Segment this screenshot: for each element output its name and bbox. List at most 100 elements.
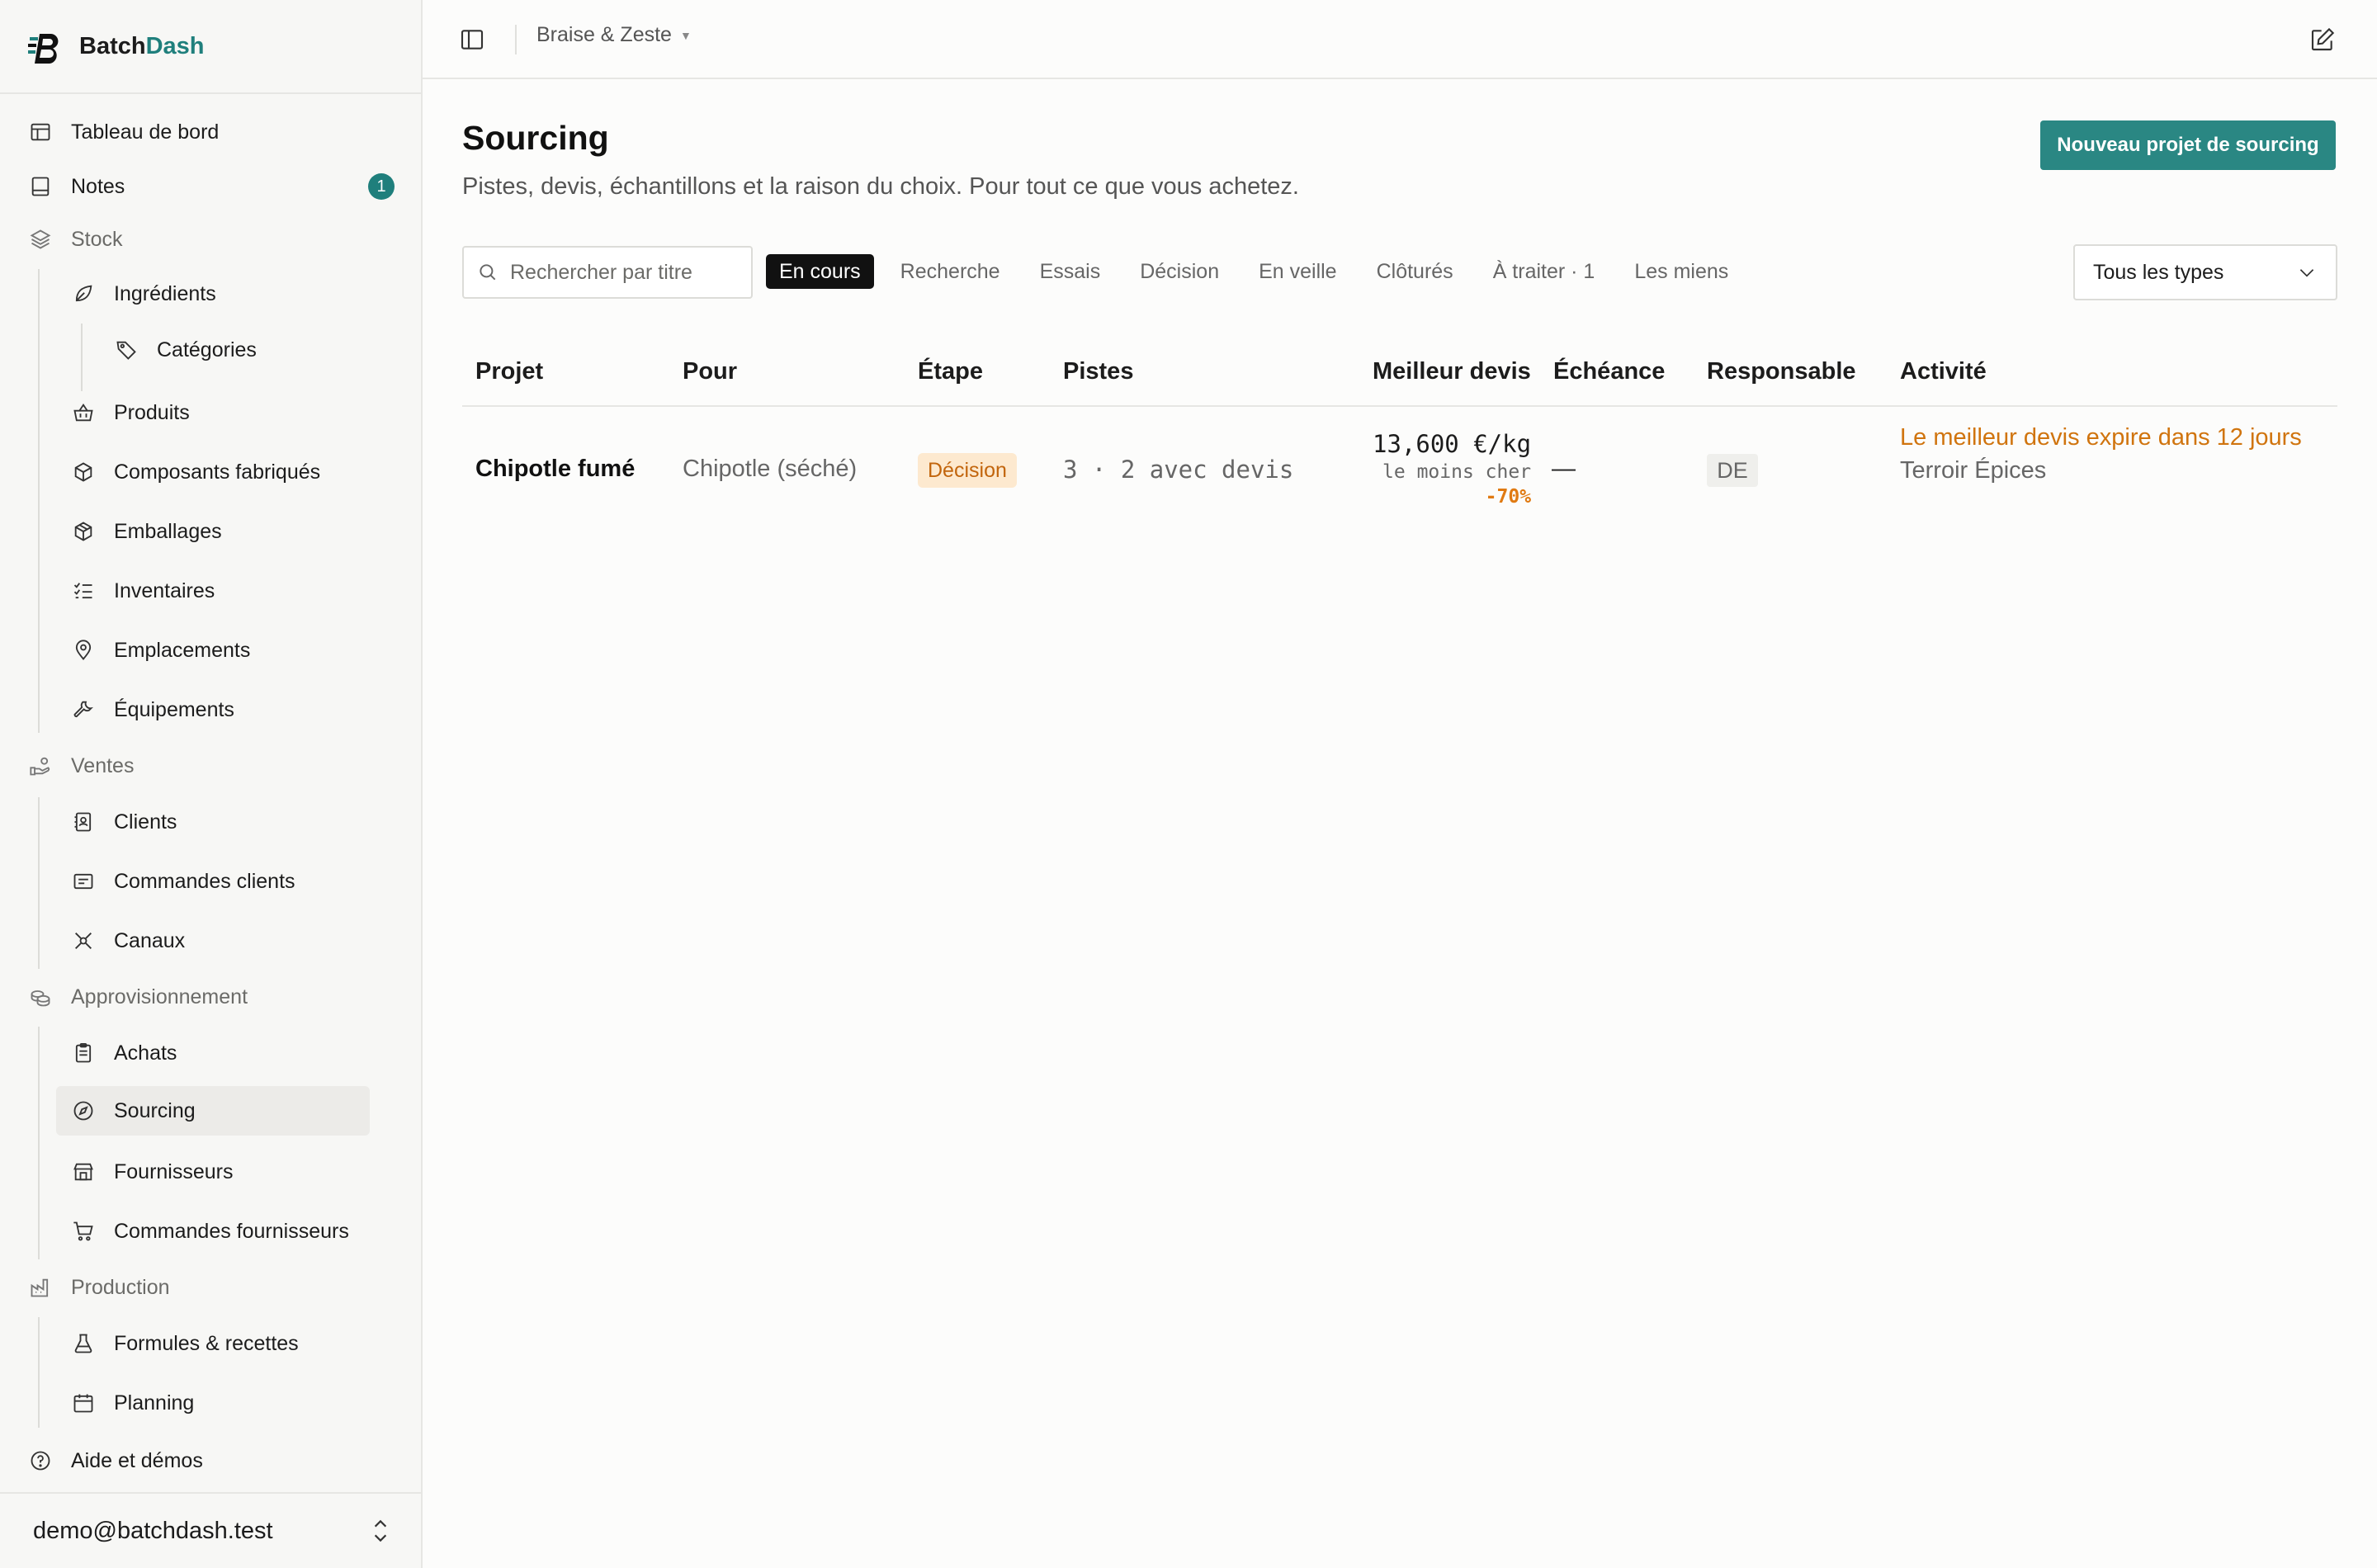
- search-input[interactable]: Rechercher par titre: [462, 246, 753, 299]
- sidebar-item-commandes-clients[interactable]: Commandes clients: [71, 857, 368, 906]
- best-quote-note: le moins cher: [1382, 461, 1532, 483]
- wrench-icon: [71, 697, 96, 722]
- sidebar-item-fournisseurs[interactable]: Fournisseurs: [71, 1147, 368, 1197]
- layout-table-icon: [28, 120, 53, 144]
- sidebar-item-categories[interactable]: Catégories: [114, 325, 370, 375]
- clipboard-icon: [71, 1041, 96, 1065]
- best-quote-delta: -70%: [1485, 486, 1532, 508]
- sidebar-item-canaux[interactable]: Canaux: [71, 916, 368, 966]
- box-icon: [71, 460, 96, 484]
- tab-decision[interactable]: Décision: [1127, 254, 1232, 289]
- sidebar-item-planning[interactable]: Planning: [71, 1378, 368, 1428]
- project-for: Chipotle (séché): [683, 456, 858, 482]
- tab-les-miens[interactable]: Les miens: [1621, 254, 1741, 289]
- search-placeholder: Rechercher par titre: [510, 260, 692, 284]
- column-header-responsable[interactable]: Responsable: [1707, 358, 1856, 385]
- column-header-etape[interactable]: Étape: [918, 358, 983, 385]
- calendar-icon: [71, 1391, 96, 1415]
- sidebar-item-produits[interactable]: Produits: [71, 388, 368, 437]
- tab-a-traiter[interactable]: À traiter · 1: [1480, 254, 1609, 289]
- map-pin-icon: [71, 638, 96, 663]
- sidebar-item-label: Emplacements: [114, 638, 251, 662]
- sidebar-item-label: Produits: [114, 400, 190, 424]
- sidebar-item-label: Fournisseurs: [114, 1159, 234, 1183]
- sidebar-item-composants[interactable]: Composants fabriqués: [71, 447, 368, 497]
- project-name[interactable]: Chipotle fumé: [475, 456, 635, 483]
- sidebar-toggle-icon[interactable]: [459, 26, 485, 53]
- batchdash-logo-icon: [28, 34, 59, 64]
- sidebar-item-achats[interactable]: Achats: [71, 1028, 368, 1078]
- sidebar-item-sourcing[interactable]: Sourcing: [56, 1086, 370, 1136]
- sidebar-item-ingredients[interactable]: Ingrédients: [71, 269, 368, 319]
- shopping-cart-icon: [71, 1219, 96, 1244]
- account-email: demo@batchdash.test: [33, 1517, 273, 1544]
- chevron-down-icon: [2299, 269, 2314, 277]
- ingredients-tree-line: [81, 324, 83, 391]
- type-select[interactable]: Tous les types: [2073, 244, 2337, 300]
- sidebar-item-emballages[interactable]: Emballages: [71, 507, 368, 556]
- tab-clotures[interactable]: Clôturés: [1363, 254, 1467, 289]
- column-header-activite[interactable]: Activité: [1900, 358, 1987, 385]
- column-header-meilleur-devis[interactable]: Meilleur devis: [1373, 358, 1531, 385]
- sidebar-section-ventes[interactable]: Ventes: [28, 741, 391, 791]
- organization-switcher[interactable]: Braise & Zeste ▼: [536, 23, 692, 47]
- column-header-echeance[interactable]: Échéance: [1553, 358, 1665, 385]
- account-switcher[interactable]: demo@batchdash.test: [0, 1492, 421, 1568]
- deadline: —: [1552, 456, 1576, 482]
- page-title: Sourcing: [462, 119, 609, 157]
- topbar: Braise & Zeste ▼: [423, 0, 2377, 79]
- sidebar-item-label: Notes: [71, 174, 125, 198]
- column-header-pour[interactable]: Pour: [683, 358, 737, 385]
- sidebar: BatchDash Tableau de bord Notes 1 Stock …: [0, 0, 423, 1568]
- sidebar-section-label: Ventes: [71, 753, 135, 777]
- edit-icon[interactable]: [2309, 26, 2336, 53]
- sidebar-item-dashboard[interactable]: Tableau de bord: [28, 107, 391, 157]
- tab-en-veille[interactable]: En veille: [1245, 254, 1350, 289]
- checklist-icon: [71, 579, 96, 603]
- layers-icon: [28, 227, 53, 252]
- leaf-icon: [71, 281, 96, 306]
- factory-icon: [28, 1275, 53, 1300]
- chevrons-up-down-icon: [374, 1519, 387, 1542]
- sidebar-item-aide[interactable]: Aide et démos: [28, 1436, 391, 1485]
- column-header-projet[interactable]: Projet: [475, 358, 543, 385]
- sidebar-item-formules[interactable]: Formules & recettes: [71, 1319, 368, 1368]
- flask-icon: [71, 1331, 96, 1356]
- status-tabs: En cours Recherche Essais Décision En ve…: [766, 254, 1755, 289]
- sidebar-item-clients[interactable]: Clients: [71, 797, 368, 847]
- contact-card-icon: [71, 810, 96, 834]
- help-circle-icon: [28, 1448, 53, 1473]
- receipt-icon: [71, 869, 96, 894]
- satellite-icon: [71, 928, 96, 953]
- production-tree-line: [38, 1317, 40, 1428]
- sidebar-section-stock[interactable]: Stock: [28, 215, 391, 264]
- sidebar-item-equipements[interactable]: Équipements: [71, 685, 368, 734]
- sidebar-item-label: Commandes fournisseurs: [114, 1219, 349, 1243]
- ventes-tree-line: [38, 797, 40, 969]
- search-icon: [480, 264, 496, 281]
- sidebar-section-production[interactable]: Production: [28, 1263, 391, 1312]
- approvisionnement-tree-line: [38, 1027, 40, 1259]
- sidebar-item-notes[interactable]: Notes 1: [28, 162, 395, 211]
- caret-down-icon: ▼: [679, 28, 692, 42]
- notebook-icon: [28, 174, 53, 199]
- sidebar-item-label: Clients: [114, 810, 177, 834]
- tab-essais[interactable]: Essais: [1027, 254, 1114, 289]
- sidebar-item-label: Équipements: [114, 697, 234, 721]
- sidebar-section-approvisionnement[interactable]: Approvisionnement: [28, 972, 391, 1022]
- best-quote-price: 13,600 €/kg: [1373, 430, 1532, 458]
- sidebar-item-label: Ingrédients: [114, 281, 216, 305]
- tab-en-cours[interactable]: En cours: [766, 254, 874, 289]
- coins-icon: [28, 985, 53, 1009]
- stage-badge: Décision: [918, 453, 1017, 488]
- brand[interactable]: BatchDash: [28, 28, 205, 64]
- sidebar-item-commandes-fournisseurs[interactable]: Commandes fournisseurs: [71, 1207, 385, 1256]
- sidebar-item-emplacements[interactable]: Emplacements: [71, 626, 368, 675]
- new-sourcing-project-button[interactable]: Nouveau projet de sourcing: [2040, 120, 2336, 170]
- compass-icon: [71, 1098, 96, 1123]
- column-header-pistes[interactable]: Pistes: [1063, 358, 1133, 385]
- sidebar-item-label: Planning: [114, 1391, 195, 1415]
- sidebar-item-inventaires[interactable]: Inventaires: [71, 566, 368, 616]
- tab-recherche[interactable]: Recherche: [887, 254, 1014, 289]
- sidebar-item-label: Inventaires: [114, 579, 215, 602]
